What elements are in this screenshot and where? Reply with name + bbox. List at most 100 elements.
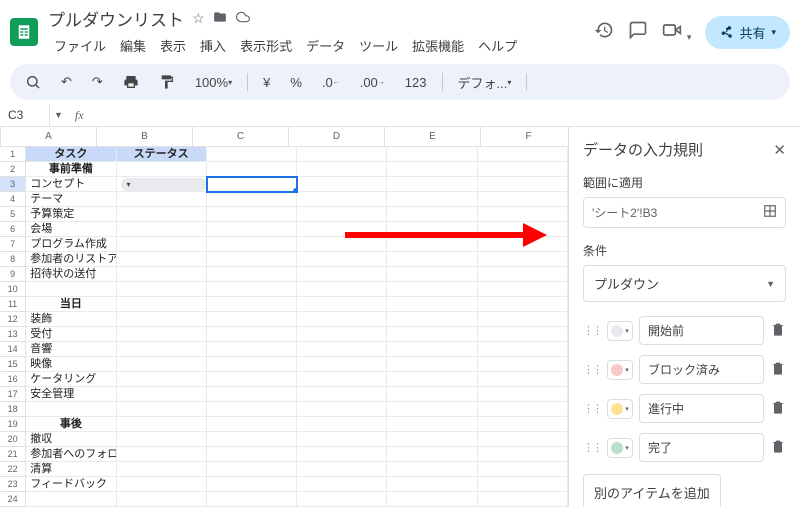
cell-F21[interactable] bbox=[478, 447, 568, 462]
cell-B16[interactable] bbox=[117, 372, 207, 387]
cell-F3[interactable] bbox=[478, 177, 568, 192]
cell-A23[interactable]: フィードバック bbox=[26, 477, 116, 492]
cell-C17[interactable] bbox=[207, 387, 297, 402]
spreadsheet-grid[interactable]: ABCDEF 1タスクステータス2事前準備3コンセプト4テーマ5予算策定6会場7… bbox=[0, 127, 568, 507]
cell-E23[interactable] bbox=[387, 477, 477, 492]
cell-C22[interactable] bbox=[207, 462, 297, 477]
menu-拡張機能[interactable]: 拡張機能 bbox=[406, 33, 470, 58]
cell-A3[interactable]: コンセプト bbox=[26, 177, 116, 192]
cell-E1[interactable] bbox=[387, 147, 477, 162]
cell-C16[interactable] bbox=[207, 372, 297, 387]
cell-D18[interactable] bbox=[297, 402, 387, 417]
cell-A15[interactable]: 映像 bbox=[26, 357, 116, 372]
cell-D7[interactable] bbox=[297, 237, 387, 252]
cell-B9[interactable] bbox=[117, 267, 207, 282]
cell-C5[interactable] bbox=[207, 207, 297, 222]
star-icon[interactable]: ☆ bbox=[192, 10, 205, 27]
cell-D22[interactable] bbox=[297, 462, 387, 477]
cell-D3[interactable] bbox=[297, 177, 387, 192]
cell-B19[interactable] bbox=[117, 417, 207, 432]
cell-F5[interactable] bbox=[478, 207, 568, 222]
cell-D14[interactable] bbox=[297, 342, 387, 357]
delete-icon[interactable] bbox=[770, 399, 786, 418]
paint-format-icon[interactable] bbox=[154, 71, 180, 93]
cell-F23[interactable] bbox=[478, 477, 568, 492]
drag-handle-icon[interactable]: ⋮⋮ bbox=[583, 441, 601, 454]
row-header[interactable]: 14 bbox=[0, 342, 26, 357]
rule-value-input[interactable]: ブロック済み bbox=[639, 355, 764, 384]
cell-C1[interactable] bbox=[207, 147, 297, 162]
cloud-icon[interactable] bbox=[235, 10, 251, 27]
cell-F18[interactable] bbox=[478, 402, 568, 417]
cell-A4[interactable]: テーマ bbox=[26, 192, 116, 207]
cell-C10[interactable] bbox=[207, 282, 297, 297]
cell-F10[interactable] bbox=[478, 282, 568, 297]
cell-B21[interactable] bbox=[117, 447, 207, 462]
delete-icon[interactable] bbox=[770, 360, 786, 379]
font-select[interactable]: デフォ... ▾ bbox=[453, 70, 517, 95]
cell-E21[interactable] bbox=[387, 447, 477, 462]
cell-B22[interactable] bbox=[117, 462, 207, 477]
cell-A9[interactable]: 招待状の送付 bbox=[26, 267, 116, 282]
cell-B17[interactable] bbox=[117, 387, 207, 402]
cell-B11[interactable] bbox=[117, 297, 207, 312]
cell-A10[interactable] bbox=[26, 282, 116, 297]
cell-E17[interactable] bbox=[387, 387, 477, 402]
cell-A18[interactable] bbox=[26, 402, 116, 417]
cell-D12[interactable] bbox=[297, 312, 387, 327]
cell-B1[interactable]: ステータス bbox=[117, 147, 207, 162]
cell-A13[interactable]: 受付 bbox=[26, 327, 116, 342]
cell-A14[interactable]: 音響 bbox=[26, 342, 116, 357]
row-header[interactable]: 21 bbox=[0, 447, 26, 462]
cell-A1[interactable]: タスク bbox=[26, 147, 116, 162]
cell-B10[interactable] bbox=[117, 282, 207, 297]
row-header[interactable]: 2 bbox=[0, 162, 26, 177]
col-header-E[interactable]: E bbox=[385, 127, 481, 146]
add-item-button[interactable]: 別のアイテムを追加 bbox=[583, 474, 721, 507]
percent-button[interactable]: % bbox=[285, 72, 307, 93]
cell-A5[interactable]: 予算策定 bbox=[26, 207, 116, 222]
dropdown-chip[interactable] bbox=[121, 178, 207, 191]
document-title[interactable]: プルダウンリスト bbox=[48, 6, 184, 31]
menu-表示[interactable]: 表示 bbox=[154, 33, 192, 58]
print-icon[interactable] bbox=[118, 71, 144, 93]
cell-E12[interactable] bbox=[387, 312, 477, 327]
cell-F16[interactable] bbox=[478, 372, 568, 387]
cell-D20[interactable] bbox=[297, 432, 387, 447]
row-header[interactable]: 20 bbox=[0, 432, 26, 447]
cell-B20[interactable] bbox=[117, 432, 207, 447]
cell-D13[interactable] bbox=[297, 327, 387, 342]
cell-C19[interactable] bbox=[207, 417, 297, 432]
comment-icon[interactable] bbox=[628, 20, 648, 45]
cell-A22[interactable]: 清算 bbox=[26, 462, 116, 477]
cell-E3[interactable] bbox=[387, 177, 477, 192]
cell-A6[interactable]: 会場 bbox=[26, 222, 116, 237]
drag-handle-icon[interactable]: ⋮⋮ bbox=[583, 324, 601, 337]
cell-E8[interactable] bbox=[387, 252, 477, 267]
row-header[interactable]: 8 bbox=[0, 252, 26, 267]
row-header[interactable]: 17 bbox=[0, 387, 26, 402]
row-header[interactable]: 13 bbox=[0, 327, 26, 342]
cell-E7[interactable] bbox=[387, 237, 477, 252]
menu-ヘルプ[interactable]: ヘルプ bbox=[472, 33, 523, 58]
delete-icon[interactable] bbox=[770, 438, 786, 457]
cell-E18[interactable] bbox=[387, 402, 477, 417]
cell-C18[interactable] bbox=[207, 402, 297, 417]
cell-A12[interactable]: 装飾 bbox=[26, 312, 116, 327]
cell-C20[interactable] bbox=[207, 432, 297, 447]
cell-D1[interactable] bbox=[297, 147, 387, 162]
cell-D23[interactable] bbox=[297, 477, 387, 492]
cell-E10[interactable] bbox=[387, 282, 477, 297]
row-header[interactable]: 19 bbox=[0, 417, 26, 432]
cell-B3[interactable] bbox=[117, 177, 207, 192]
cell-F19[interactable] bbox=[478, 417, 568, 432]
cell-A19[interactable]: 事後 bbox=[26, 417, 116, 432]
cell-F12[interactable] bbox=[478, 312, 568, 327]
cell-B23[interactable] bbox=[117, 477, 207, 492]
row-header[interactable]: 5 bbox=[0, 207, 26, 222]
row-header[interactable]: 16 bbox=[0, 372, 26, 387]
row-header[interactable]: 23 bbox=[0, 477, 26, 492]
cell-F15[interactable] bbox=[478, 357, 568, 372]
row-header[interactable]: 7 bbox=[0, 237, 26, 252]
cell-A16[interactable]: ケータリング bbox=[26, 372, 116, 387]
